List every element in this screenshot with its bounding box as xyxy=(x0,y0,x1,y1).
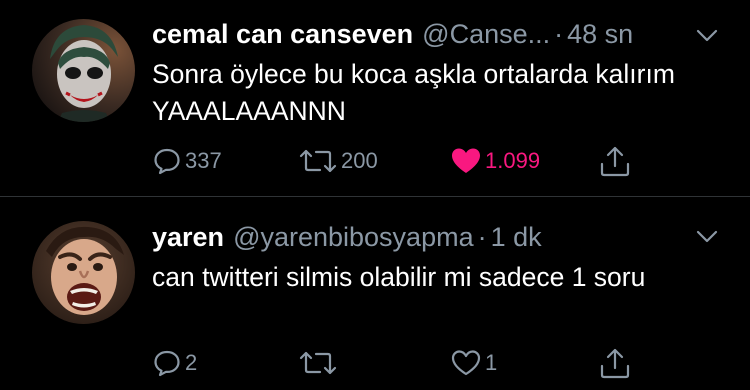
share-icon xyxy=(598,346,632,380)
display-name[interactable]: cemal can canseven xyxy=(152,14,413,54)
timestamp[interactable]: 1 dk xyxy=(491,217,542,257)
avatar[interactable] xyxy=(32,221,135,324)
tweet-actions: 2 1 xyxy=(152,343,642,383)
reply-count: 337 xyxy=(185,148,222,173)
share-button[interactable] xyxy=(598,141,632,181)
tweet-header: cemal can canseven @Canse... · 48 sn xyxy=(152,14,633,54)
reply-count: 2 xyxy=(185,350,198,375)
heart-filled-icon xyxy=(450,146,482,176)
tweet-text: Sonra öylece bu koca aşkla ortalarda kal… xyxy=(152,59,675,126)
tweet-actions: 337 200 1.099 xyxy=(152,141,642,181)
separator-dot: · xyxy=(554,19,564,49)
retweet-icon xyxy=(298,146,338,176)
reply-button[interactable]: 337 xyxy=(152,141,222,181)
avatar[interactable] xyxy=(32,19,135,122)
tweet[interactable]: yaren @yarenbibosyapma · 1 dk can twitte… xyxy=(0,197,750,390)
retweet-count: 200 xyxy=(341,148,378,173)
tweet-header: yaren @yarenbibosyapma · 1 dk xyxy=(152,217,542,257)
tweet-text: can twitteri silmis olabilir mi sadece 1… xyxy=(152,262,646,292)
reply-icon xyxy=(152,146,182,176)
retweet-icon xyxy=(298,348,338,378)
like-button[interactable]: 1 xyxy=(450,343,497,383)
chevron-down-icon[interactable] xyxy=(694,22,720,48)
timestamp[interactable]: 48 sn xyxy=(567,14,633,54)
like-count: 1.099 xyxy=(485,148,541,173)
retweet-button[interactable]: 200 xyxy=(298,141,378,181)
display-name[interactable]: yaren xyxy=(152,217,224,257)
chevron-down-icon[interactable] xyxy=(694,223,720,249)
reply-button[interactable]: 2 xyxy=(152,343,197,383)
retweet-button[interactable] xyxy=(298,343,341,383)
share-icon xyxy=(598,144,632,178)
user-handle[interactable]: @yarenbibosyapma xyxy=(233,217,474,257)
avatar-joker-face-icon xyxy=(32,19,135,122)
like-button[interactable]: 1.099 xyxy=(450,141,540,181)
separator-dot: · xyxy=(477,222,487,252)
share-button[interactable] xyxy=(598,343,632,383)
reply-icon xyxy=(152,348,182,378)
like-count: 1 xyxy=(485,350,498,375)
tweet[interactable]: cemal can canseven @Canse... · 48 sn Son… xyxy=(0,0,750,196)
avatar-screaming-face-icon xyxy=(32,221,135,324)
heart-outline-icon xyxy=(450,348,482,378)
user-handle[interactable]: @Canse... xyxy=(422,14,550,54)
